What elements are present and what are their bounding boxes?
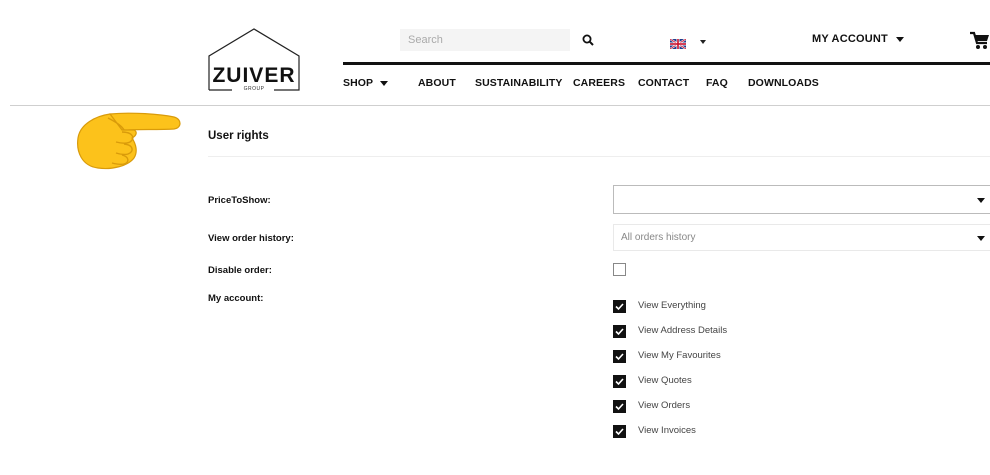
uk-flag-icon[interactable] (669, 36, 687, 50)
price-to-show-label: PriceToShow: (208, 195, 271, 206)
header-divider (343, 62, 990, 65)
view-invoices-checkbox[interactable] (613, 425, 626, 438)
nav-label: FAQ (706, 77, 728, 89)
nav-item-faq[interactable]: FAQ (706, 77, 748, 89)
view-address-details-label: View Address Details (638, 325, 728, 336)
nav-label: DOWNLOADS (748, 77, 819, 89)
view-order-history-select[interactable]: All orders history (613, 224, 990, 251)
view-order-history-value: All orders history (621, 232, 696, 243)
view-my-favourites-checkbox[interactable] (613, 350, 626, 363)
chevron-down-icon (977, 236, 985, 241)
checkmark-icon (615, 353, 624, 361)
nav-label: SUSTAINABILITY (475, 77, 563, 89)
disable-order-label: Disable order: (208, 265, 272, 276)
view-quotes-label: View Quotes (638, 375, 692, 386)
nav-item-downloads[interactable]: DOWNLOADS (748, 77, 819, 89)
chevron-down-icon (977, 198, 985, 203)
view-invoices-label: View Invoices (638, 425, 696, 436)
nav-label: CAREERS (573, 77, 626, 89)
view-everything-checkbox[interactable] (613, 300, 626, 313)
checkmark-icon (615, 328, 624, 336)
search-input[interactable] (400, 29, 570, 51)
my-account-label: My account: (208, 293, 264, 304)
view-address-details-checkbox[interactable] (613, 325, 626, 338)
view-orders-checkbox[interactable] (613, 400, 626, 413)
nav-item-contact[interactable]: CONTACT (638, 77, 706, 89)
chevron-down-icon (895, 36, 904, 42)
nav-item-about[interactable]: ABOUT (418, 77, 475, 89)
price-to-show-select[interactable] (613, 185, 990, 214)
section-title: User rights (208, 130, 269, 142)
logo-subtitle: GROUP (243, 86, 265, 92)
checkmark-icon (615, 378, 624, 386)
nav-label: CONTACT (638, 77, 690, 89)
language-dropdown-caret-icon[interactable] (700, 40, 706, 44)
view-everything-label: View Everything (638, 300, 706, 311)
nav-item-careers[interactable]: CAREERS (573, 77, 638, 89)
nav-label: SHOP (343, 77, 374, 89)
nav-item-shop[interactable]: SHOP (343, 77, 418, 89)
nav-item-sustainability[interactable]: SUSTAINABILITY (475, 77, 573, 89)
nav-label: ABOUT (418, 77, 456, 89)
my-account-label: MY ACCOUNT (812, 33, 888, 45)
pointing-hand-emoji (72, 100, 184, 172)
section-divider (208, 156, 990, 157)
chevron-down-icon (380, 80, 389, 86)
checkmark-icon (615, 303, 624, 311)
view-order-history-label: View order history: (208, 233, 294, 244)
logo-wordmark: ZUIVER (212, 64, 296, 87)
main-nav: SHOP ABOUT SUSTAINABILITY CAREERS CONTAC… (343, 77, 819, 89)
shopping-cart-icon[interactable] (970, 30, 990, 50)
my-account-menu[interactable]: MY ACCOUNT (812, 33, 904, 45)
checkmark-icon (615, 403, 624, 411)
zuiver-logo[interactable]: ZUIVER GROUP (208, 28, 300, 94)
view-orders-label: View Orders (638, 400, 691, 411)
view-quotes-checkbox[interactable] (613, 375, 626, 388)
checkmark-icon (615, 428, 624, 436)
search-icon[interactable] (582, 33, 594, 46)
view-my-favourites-label: View My Favourites (638, 350, 721, 361)
disable-order-checkbox[interactable] (613, 263, 626, 276)
